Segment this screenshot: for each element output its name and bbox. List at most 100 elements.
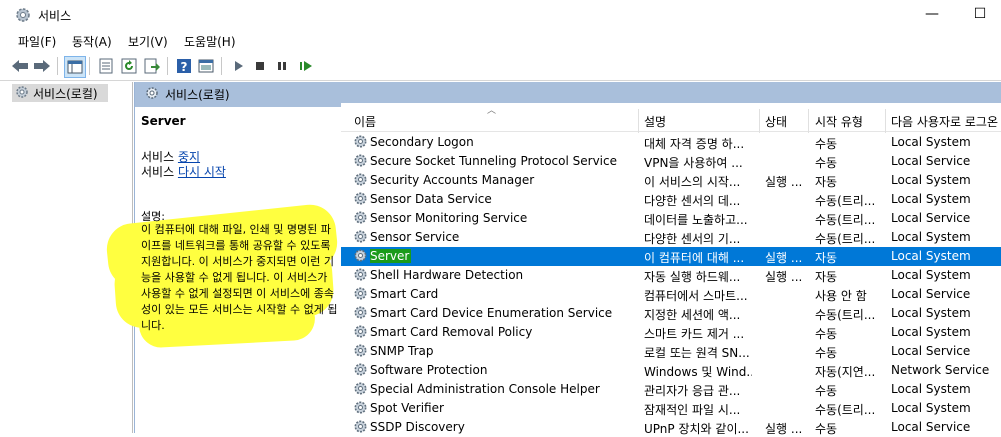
column-divider[interactable] [759,109,760,133]
column-divider[interactable] [885,109,886,133]
play-icon[interactable] [228,56,248,76]
service-row[interactable]: Sensor Service 다양한 센서의 기... 수동(트리... Local … [341,228,1001,247]
service-logon-as: Local System [891,173,971,187]
refresh-icon[interactable] [119,56,139,76]
stop-icon[interactable] [250,56,270,76]
service-name: Sensor Service [370,230,460,244]
service-row[interactable]: Spot Verifier 잠재적인 파일 시... 수동(트리... Local S… [341,399,1001,418]
forward-arrow-icon[interactable] [32,56,52,76]
console-tree-icon[interactable] [64,56,86,78]
service-gear-icon [353,191,368,209]
service-row[interactable]: SSDP Discovery UPnP 장치와 같이... 실행 ... 수동 Loca… [341,418,1001,437]
service-row[interactable]: Sensor Data Service 다양한 센서의 데... 수동(트리... L… [341,190,1001,209]
service-name: Sensor Data Service [370,192,492,206]
services-list: ︿ 이름 설명 상태 시작 유형 다음 사용자로 로그온 Secondary L… [341,103,1001,436]
maximize-button[interactable]: ☐ [970,4,990,24]
service-startup-type: 수동(트리... [815,403,876,417]
service-row[interactable]: Smart Card 컴퓨터에서 스마트... 사용 안 함 Local Servic… [341,285,1001,304]
service-details: Server [141,114,337,128]
service-description: 관리자가 응급 관... [644,384,741,398]
service-row[interactable]: Special Administration Console Helper 관리자… [341,380,1001,399]
service-gear-icon [353,153,368,171]
service-startup-type: 수동(트리... [815,194,876,208]
service-row[interactable]: Server 이 컴퓨터에 대해 ... 실행 ... 자동 Local System [341,247,1001,266]
service-row[interactable]: Smart Card Removal Policy 스마트 카드 제거 ... 수동… [341,323,1001,342]
pane-header-title: 서비스(로컬) [165,88,230,102]
service-name: Software Protection [370,363,488,377]
help-icon[interactable]: ? [174,56,194,76]
toolbar-separator [221,57,222,75]
service-gear-icon [353,343,368,361]
service-row[interactable]: Sensor Monitoring Service 데이터를 노출하고... 수동(… [341,209,1001,228]
service-gear-icon [353,419,368,437]
column-header-description[interactable]: 설명 [644,113,666,130]
menu-help[interactable]: 도움말(H) [184,33,236,50]
service-gear-icon [353,362,368,380]
pause-icon[interactable] [272,56,292,76]
service-name: Shell Hardware Detection [370,268,524,282]
service-name: Special Administration Console Helper [370,382,600,396]
service-logon-as: Local System [891,268,971,282]
service-row[interactable]: Shell Hardware Detection 자동 실행 하드웨... 실행 .… [341,266,1001,285]
service-name-text: Server [370,249,412,263]
service-row[interactable]: Secure Socket Tunneling Protocol Service… [341,152,1001,171]
service-logon-as: Local Service [891,154,971,168]
description-text: 이 컴퓨터에 대해 파일, 인쇄 및 명명된 파이프를 네트워크를 통해 공유할… [141,223,338,332]
service-name: SNMP Trap [370,344,434,358]
title-bar: 서비스 — ☐ [0,0,1001,30]
service-row[interactable]: Smart Card Device Enumeration Service 지정한… [341,304,1001,323]
view-icon[interactable] [196,56,216,76]
service-gear-icon [353,229,368,247]
back-arrow-icon[interactable] [10,56,30,76]
service-description: 잠재적인 파일 시... [644,403,741,417]
properties-icon[interactable] [96,56,116,76]
service-logon-as: Local Service [891,344,971,358]
service-description: 자동 실행 하드웨... [644,270,741,284]
service-status: 실행 ... [765,175,803,189]
column-header-status[interactable]: 상태 [765,113,787,130]
restart-service-prefix: 서비스 [141,165,178,179]
service-description: VPN을 사용하여 ... [644,156,743,170]
service-name: Secure Socket Tunneling Protocol Service [370,154,617,168]
service-gear-icon [353,400,368,418]
tree-item-services-local[interactable]: 서비스(로컬) [12,84,108,102]
service-startup-type: 수동 [815,137,838,151]
column-header-logon-as[interactable]: 다음 사용자로 로그온 [891,113,998,130]
service-logon-as: Local System [891,401,971,415]
export-icon[interactable] [142,56,162,76]
service-row[interactable]: Secondary Logon 대체 자격 증명 하... 수동 Local Syst… [341,133,1001,152]
service-logon-as: Local System [891,135,971,149]
service-description: 컴퓨터에서 스마트... [644,289,748,303]
stop-service-link[interactable]: 중지 [178,150,200,164]
menu-view[interactable]: 보기(V) [128,33,168,50]
restart-service-link[interactable]: 다시 시작 [178,165,226,179]
service-gear-icon [353,172,368,190]
column-divider[interactable] [808,109,809,133]
service-row[interactable]: SNMP Trap 로컬 또는 원격 SN... 수동 Local Service [341,342,1001,361]
service-gear-icon [353,248,368,266]
service-startup-type: 수동 [815,346,838,360]
service-logon-as: Local System [891,382,971,396]
services-gear-icon [14,6,32,24]
service-description: 다양한 센서의 기... [644,232,741,246]
service-startup-type: 수동 [815,156,838,170]
service-name: Server [370,249,628,263]
column-divider[interactable] [638,109,639,133]
service-startup-type: 자동 [815,270,838,284]
stop-service-prefix: 서비스 [141,150,178,164]
resume-icon[interactable] [296,56,316,76]
column-header-startup-type[interactable]: 시작 유형 [815,113,863,130]
selected-service-name: Server [141,114,186,128]
service-row[interactable]: Software Protection Windows 및 Wind... 자동(지… [341,361,1001,380]
column-header-name[interactable]: 이름 [354,113,376,130]
service-description: Windows 및 Wind... [644,365,752,379]
service-row[interactable]: Security Accounts Manager 이 서비스의 시작... 실행 … [341,171,1001,190]
service-description: UPnP 장치와 같이... [644,422,749,436]
menu-action[interactable]: 동작(A) [72,33,112,50]
service-description: 스마트 카드 제거 ... [644,327,745,341]
service-name: Secondary Logon [370,135,474,149]
service-startup-type: 수동(트리... [815,213,876,227]
minimize-button[interactable]: — [922,4,942,24]
menu-file[interactable]: 파일(F) [18,33,56,50]
service-status: 실행 ... [765,270,803,284]
